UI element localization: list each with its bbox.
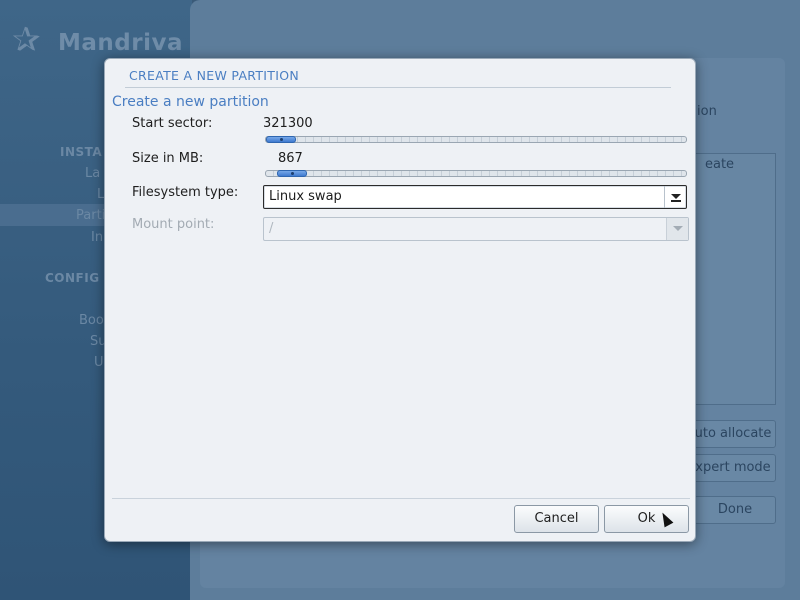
size-mb-slider[interactable] xyxy=(265,170,687,177)
sidebar-heading-configuration: CONFIG xyxy=(45,271,100,285)
mount-point-combo[interactable]: / xyxy=(263,217,689,241)
filesystem-type-select[interactable]: Linux swap xyxy=(263,185,687,209)
start-sector-value: 321300 xyxy=(263,116,313,131)
logo-text: Mandriva xyxy=(58,30,183,56)
start-sector-label: Start sector: xyxy=(132,116,213,131)
dropdown-bar-icon xyxy=(671,200,681,202)
mount-point-value: / xyxy=(269,221,274,236)
star-icon: ✰ xyxy=(12,20,41,60)
background-text-fragment: ion xyxy=(697,104,717,119)
sidebar-heading-install: INSTA xyxy=(60,145,103,159)
footer-divider xyxy=(112,498,690,499)
title-divider xyxy=(125,87,671,88)
dialog-subtitle: Create a new partition xyxy=(112,94,269,110)
chevron-down-icon xyxy=(671,194,681,199)
auto-allocate-button: uto allocate xyxy=(690,420,776,448)
sidebar-item-bootloader: Boo xyxy=(79,313,104,328)
filesystem-type-value: Linux swap xyxy=(269,189,342,204)
chevron-down-icon xyxy=(673,226,683,231)
start-sector-slider[interactable] xyxy=(265,136,687,143)
mandriva-logo: ✰ Mandriva xyxy=(10,22,185,62)
ok-button[interactable]: Ok xyxy=(604,505,689,533)
done-button: Done xyxy=(694,496,776,524)
create-partition-dialog: CREATE A NEW PARTITION Create a new part… xyxy=(104,58,696,542)
start-sector-slider-handle[interactable] xyxy=(266,136,296,143)
background-list xyxy=(690,153,776,405)
size-mb-label: Size in MB: xyxy=(132,151,204,166)
size-mb-value: 867 xyxy=(278,151,303,166)
filesystem-type-label: Filesystem type: xyxy=(132,185,239,200)
sidebar-item-language: La xyxy=(85,166,101,181)
background-create-fragment: eate xyxy=(705,157,735,172)
sidebar-item-install: In xyxy=(91,230,104,245)
size-mb-slider-handle[interactable] xyxy=(277,170,307,177)
mount-point-dropdown-button[interactable] xyxy=(666,218,688,240)
cancel-button[interactable]: Cancel xyxy=(514,505,599,533)
sidebar-item-updates: U xyxy=(94,355,104,370)
dialog-title: CREATE A NEW PARTITION xyxy=(129,68,300,83)
mount-point-label: Mount point: xyxy=(132,217,215,232)
filesystem-dropdown-button[interactable] xyxy=(664,186,686,208)
sidebar-item-partitioning: Parti xyxy=(76,208,106,223)
expert-mode-button: xpert mode xyxy=(690,454,776,482)
